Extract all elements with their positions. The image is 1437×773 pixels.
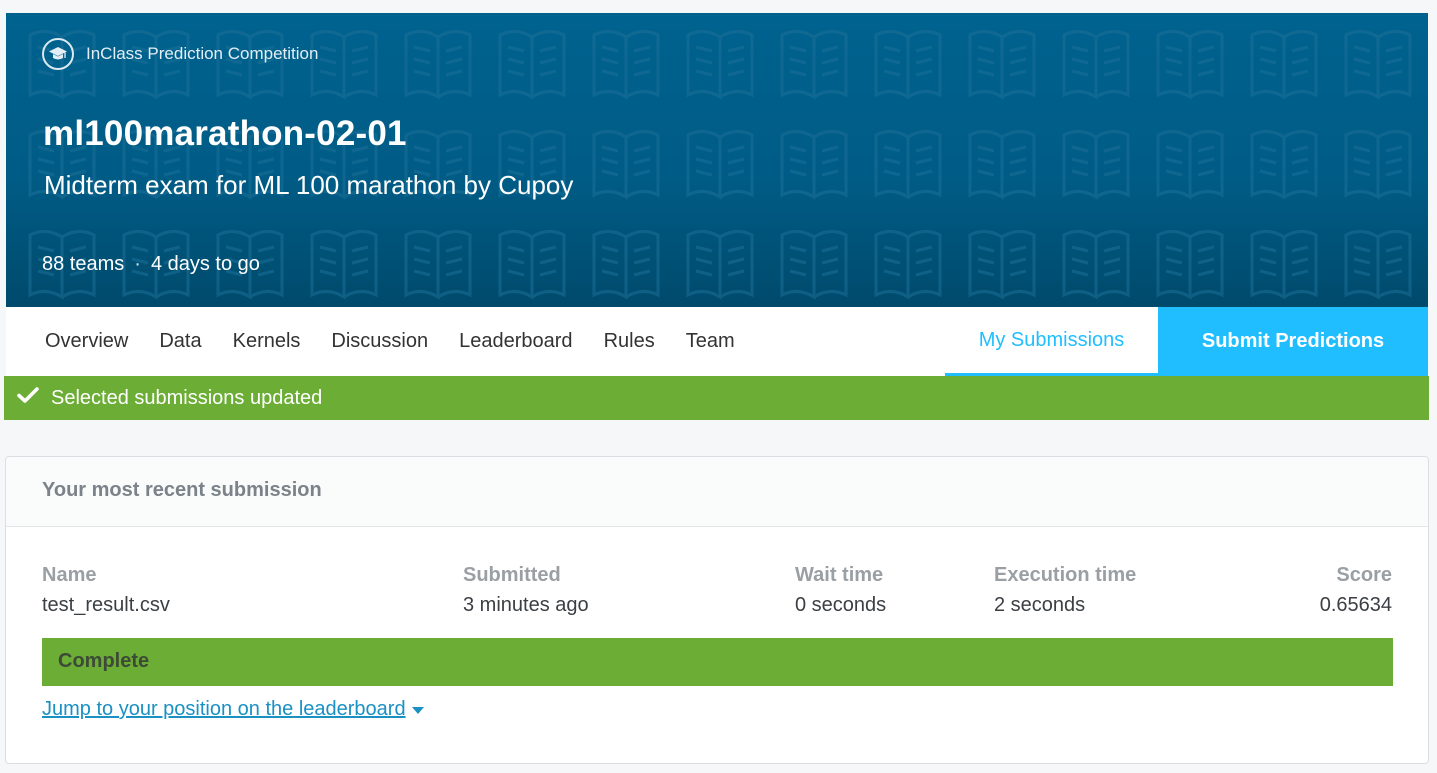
notice-text: Selected submissions updated: [51, 386, 323, 409]
competition-type: InClass Prediction Competition: [42, 38, 318, 70]
card-heading: Your most recent submission: [6, 457, 1428, 527]
tab-rules[interactable]: Rules: [588, 307, 670, 376]
tab-team[interactable]: Team: [670, 307, 750, 376]
execution-time-column: Execution time 2 seconds: [994, 564, 1136, 617]
competition-title: ml100marathon-02-01: [43, 114, 407, 153]
jump-link-text[interactable]: Jump to your position on the leaderboard: [42, 698, 406, 721]
column-header-name: Name: [42, 564, 97, 586]
caret-down-icon[interactable]: [411, 707, 424, 714]
competition-nav: Overview Data Kernels Discussion Leaderb…: [6, 307, 1428, 376]
wait-time-column: Wait time 0 seconds: [795, 564, 886, 617]
column-header-execution-time: Execution time: [994, 564, 1137, 586]
submit-predictions-button[interactable]: Submit Predictions: [1158, 307, 1428, 376]
competition-header: InClass Prediction Competition ml100mara…: [6, 13, 1428, 307]
submission-name-column: Name test_result.csv: [42, 564, 170, 617]
jump-to-leaderboard-link[interactable]: Jump to your position on the leaderboard: [42, 698, 424, 721]
competition-subtitle: Midterm exam for ML 100 marathon by Cupo…: [44, 170, 574, 200]
success-notice: Selected submissions updated: [4, 376, 1429, 420]
checkmark-icon: [17, 386, 39, 410]
tab-overview[interactable]: Overview: [6, 307, 143, 376]
score-value: 0.65634: [1319, 594, 1392, 616]
submission-filename: test_result.csv: [42, 594, 170, 616]
status-bar: Complete: [42, 638, 1393, 686]
execution-time-value: 2 seconds: [994, 594, 1086, 616]
page-bottom: [0, 764, 1437, 773]
deadline: 4 days to go: [150, 253, 260, 275]
score-column: Score 0.65634: [1320, 564, 1392, 617]
team-count: 88 teams: [42, 253, 125, 275]
column-header-score: Score: [1336, 564, 1392, 586]
meta-separator: ·: [134, 253, 141, 275]
competition-page: InClass Prediction Competition ml100mara…: [0, 0, 1437, 773]
tab-leaderboard[interactable]: Leaderboard: [443, 307, 587, 376]
submitted-column: Submitted 3 minutes ago: [463, 564, 589, 617]
tab-data[interactable]: Data: [143, 307, 216, 376]
tab-discussion[interactable]: Discussion: [315, 307, 443, 376]
column-header-wait-time: Wait time: [795, 564, 884, 586]
submitted-time: 3 minutes ago: [463, 594, 589, 616]
recent-submission-card: Your most recent submission Name test_re…: [5, 456, 1429, 764]
graduation-cap-icon: [42, 38, 74, 70]
tab-kernels[interactable]: Kernels: [217, 307, 316, 376]
competition-meta: 88 teams · 4 days to go: [42, 253, 260, 276]
wait-time-value: 0 seconds: [795, 594, 887, 616]
nav-tabs: Overview Data Kernels Discussion Leaderb…: [6, 307, 750, 376]
competition-type-label: InClass Prediction Competition: [86, 44, 319, 63]
tab-my-submissions[interactable]: My Submissions: [945, 307, 1158, 376]
column-header-submitted: Submitted: [463, 564, 561, 586]
